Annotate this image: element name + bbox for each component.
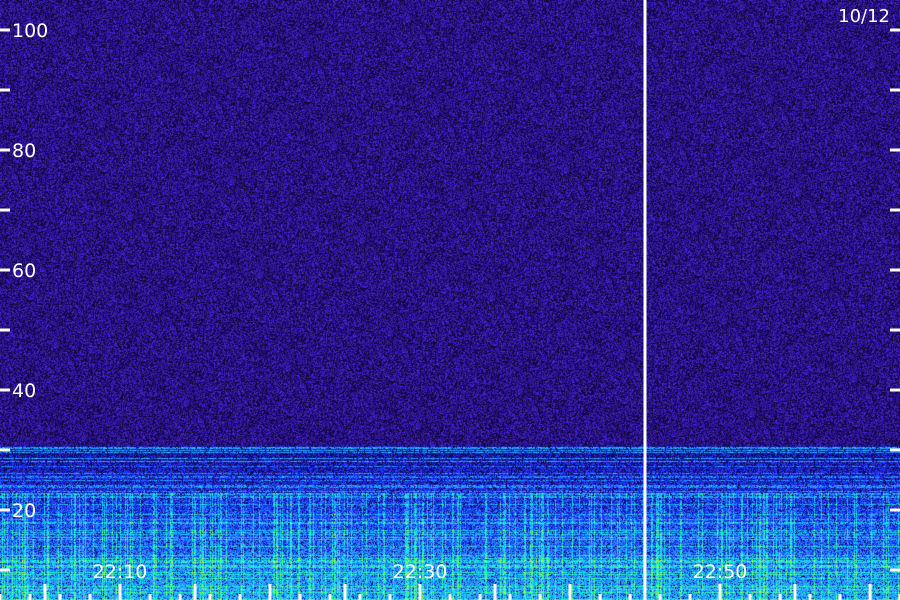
x-tick-label: 22:50: [693, 561, 748, 583]
y-tick-label: 60: [12, 260, 36, 282]
y-tick-label: 80: [12, 140, 36, 162]
x-tick-label: 22:30: [393, 561, 448, 583]
chart-overlay: 10/12 100 80 60 40 20 22:10 22:30 22:50: [0, 0, 900, 600]
spectrogram-chart: 10/12 100 80 60 40 20 22:10 22:30 22:50: [0, 0, 900, 600]
y-ticks-right: [890, 28, 900, 572]
x-tick-label: 22:10: [93, 561, 148, 583]
y-tick-label: 40: [12, 380, 36, 402]
x-ticks: [0, 584, 900, 600]
y-ticks-left: [0, 28, 10, 572]
date-label: 10/12: [838, 6, 890, 27]
x-tick-labels: 22:10 22:30 22:50: [93, 561, 748, 583]
y-tick-labels: 100 80 60 40 20: [12, 20, 48, 522]
y-tick-label: 20: [12, 500, 36, 522]
y-tick-label: 100: [12, 20, 48, 42]
